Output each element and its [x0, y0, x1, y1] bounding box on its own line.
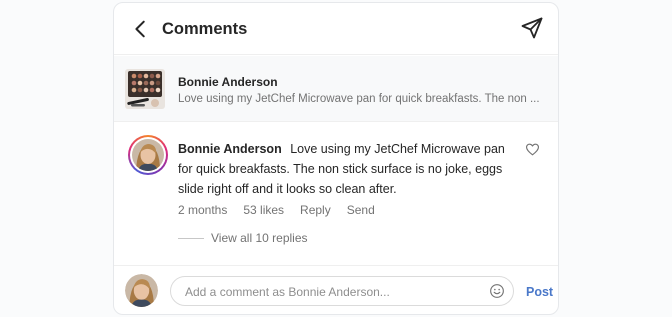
avatar[interactable] — [128, 135, 168, 175]
back-button[interactable] — [130, 18, 152, 40]
post-preview[interactable]: Bonnie Anderson Love using my JetChef Mi… — [114, 56, 558, 122]
post-thumbnail — [125, 69, 165, 109]
page-title: Comments — [162, 20, 248, 38]
view-replies-label[interactable]: View all 10 replies — [211, 231, 308, 245]
heart-outline-icon — [526, 143, 539, 156]
post-caption: Love using my JetChef Microwave pan for … — [178, 93, 540, 105]
post-button[interactable]: Post — [526, 285, 553, 299]
comment-input[interactable] — [185, 283, 475, 301]
share-button[interactable] — [520, 16, 544, 40]
view-replies[interactable]: View all 10 replies — [178, 231, 308, 245]
send-button[interactable]: Send — [347, 203, 375, 217]
post-author[interactable]: Bonnie Anderson — [178, 75, 278, 89]
reply-button[interactable]: Reply — [300, 203, 331, 217]
likes-count[interactable]: 53 likes — [243, 203, 284, 217]
comments-panel: Comments Bonnie Anderson Love using my J… — [113, 2, 559, 315]
replies-divider — [178, 237, 204, 239]
comment-input-wrapper — [170, 276, 514, 306]
like-button[interactable] — [525, 142, 540, 157]
smiley-icon — [490, 284, 504, 298]
paper-plane-icon — [521, 17, 543, 39]
comment-item: Bonnie Anderson Love using my JetChef Mi… — [114, 123, 558, 263]
comment-age: 2 months — [178, 203, 228, 217]
emoji-button[interactable] — [489, 283, 505, 299]
header: Comments — [114, 3, 558, 55]
comment-composer: Post — [114, 265, 558, 314]
comment-body: Bonnie Anderson Love using my JetChef Mi… — [178, 139, 518, 199]
chevron-left-icon — [135, 20, 145, 38]
composer-avatar — [125, 274, 158, 307]
comment-meta: 2 months 53 likes Reply Send — [178, 203, 375, 217]
comment-author[interactable]: Bonnie Anderson — [178, 142, 282, 156]
